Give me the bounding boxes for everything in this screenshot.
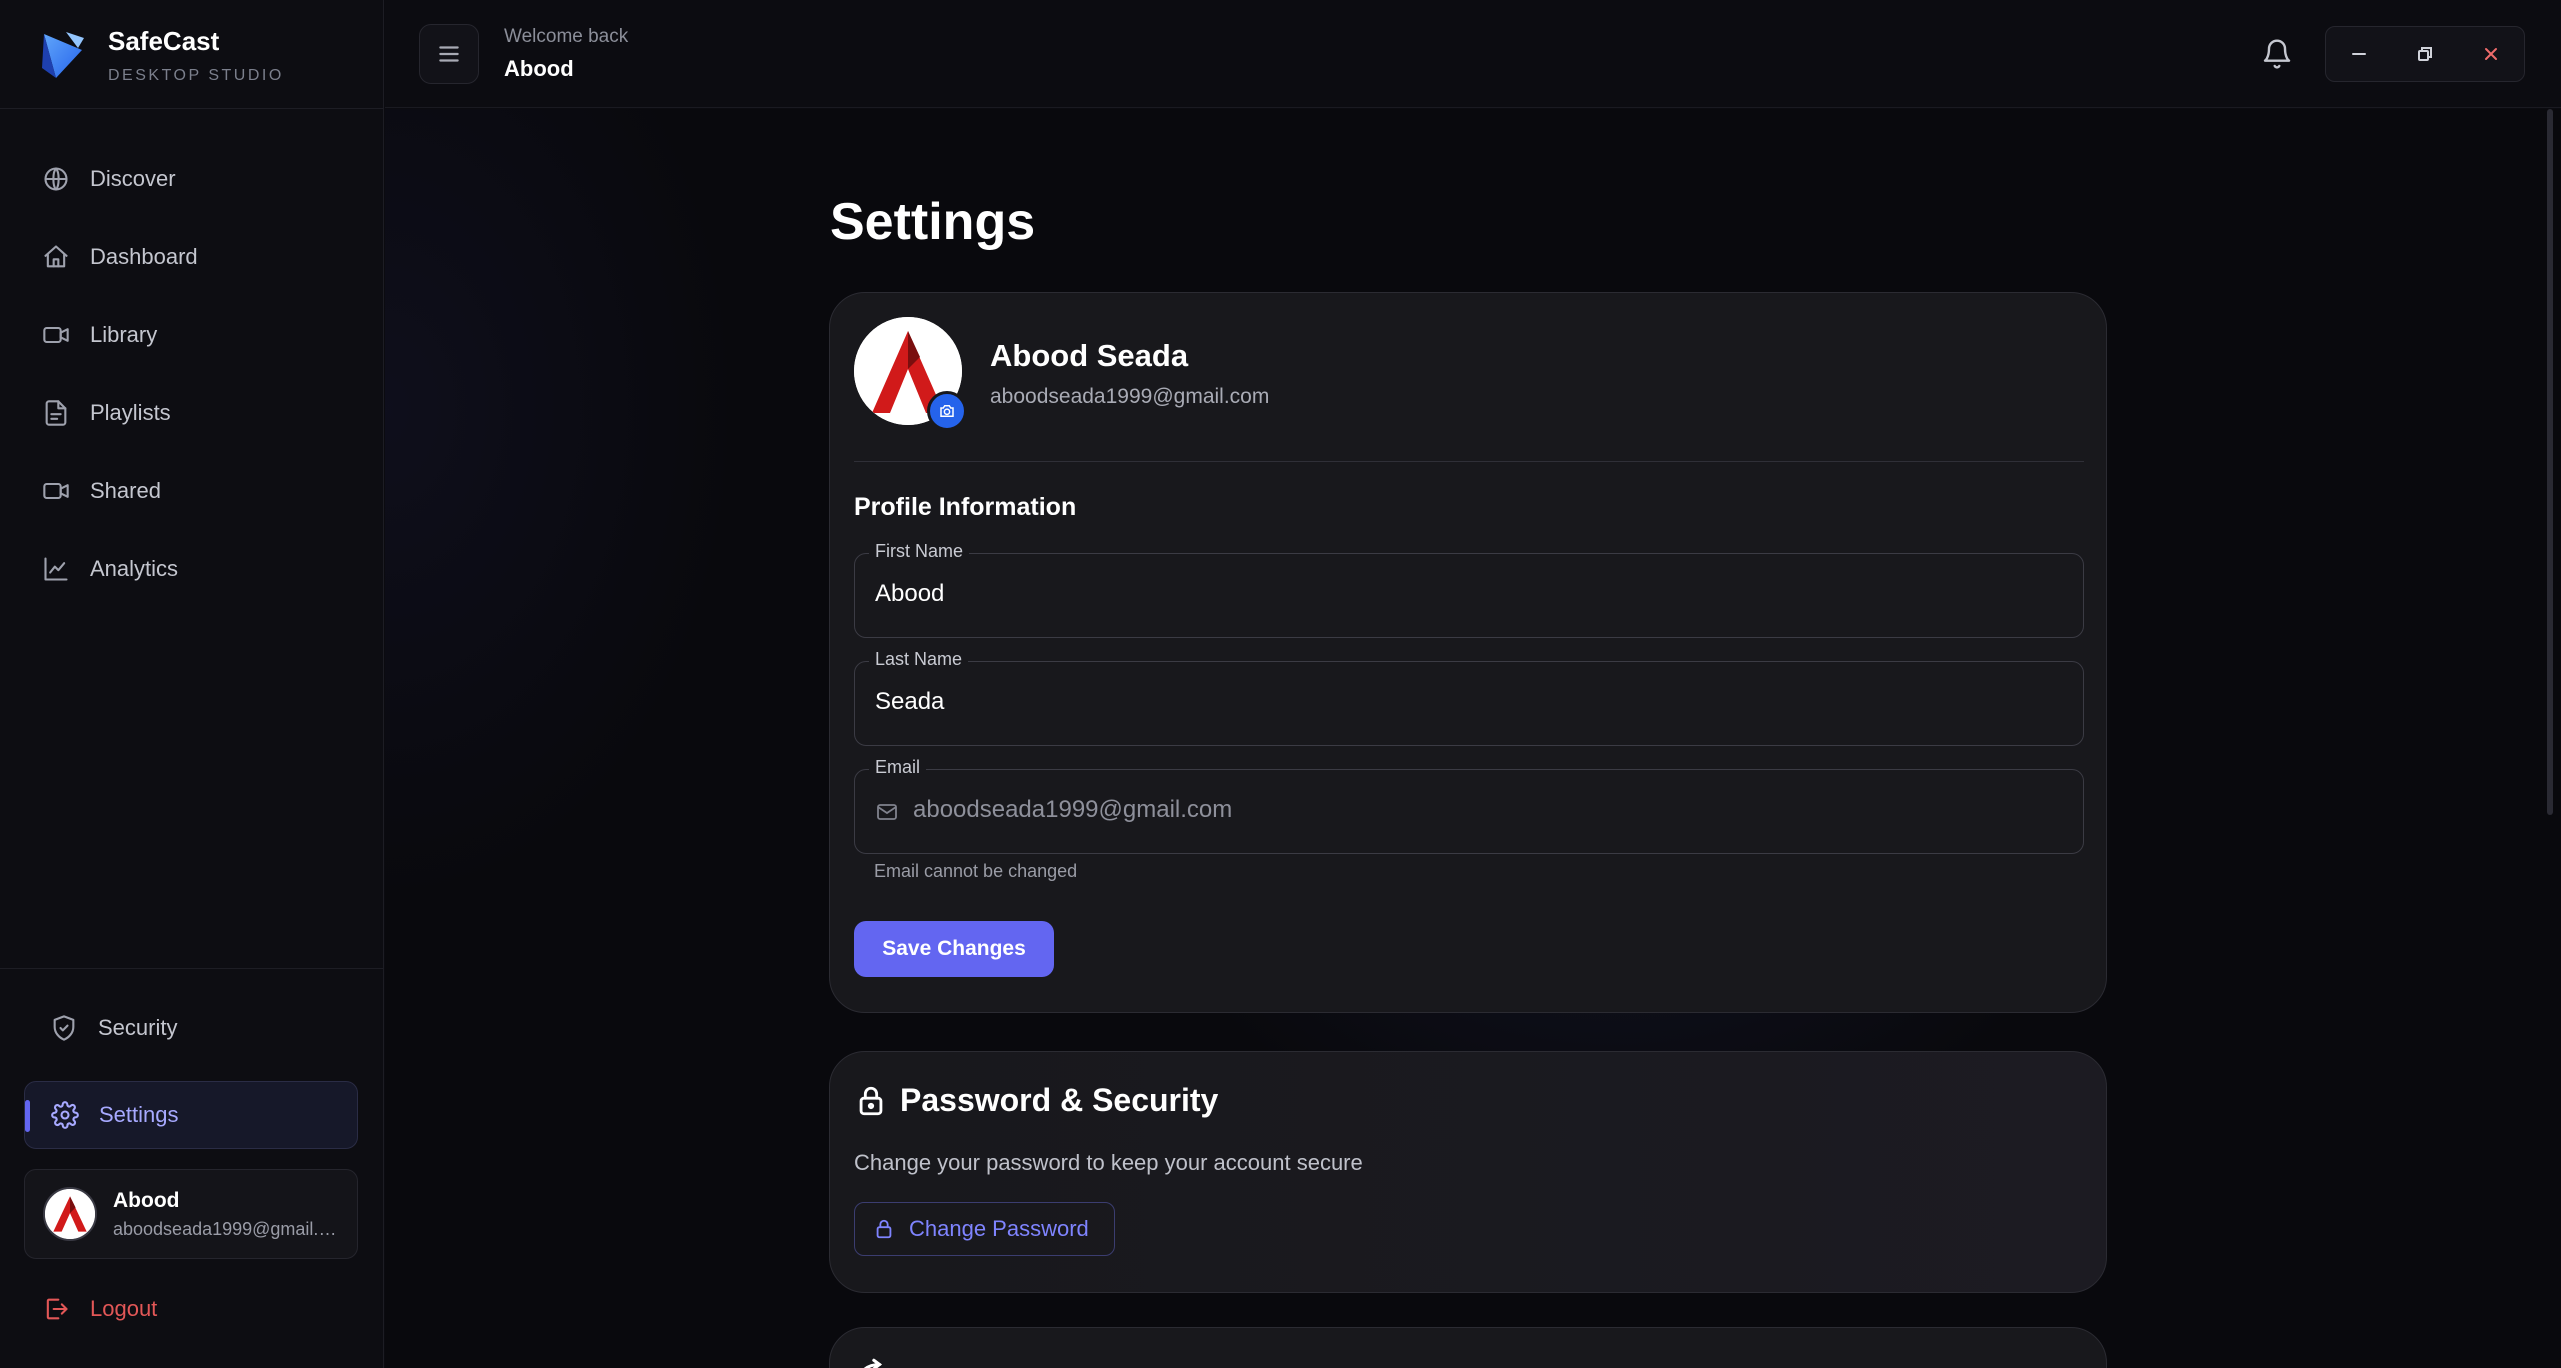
sidebar-item-label: Settings — [99, 1102, 179, 1127]
minimize-icon — [2352, 53, 2366, 55]
logout-button[interactable]: Logout — [24, 1285, 358, 1333]
first-name-field[interactable]: First Name — [854, 541, 2084, 638]
camera-icon — [940, 405, 954, 417]
field-label: First Name — [869, 541, 970, 562]
home-icon — [42, 243, 70, 271]
file-icon — [42, 399, 70, 427]
sidebar-item-discover[interactable]: Discover — [24, 140, 360, 218]
lock-icon — [876, 1219, 892, 1239]
last-name-field[interactable]: Last Name — [854, 649, 2084, 746]
divider — [0, 108, 384, 109]
sidebar-item-library[interactable]: Library — [24, 296, 360, 374]
mail-icon — [875, 800, 899, 824]
sidebar-item-playlists[interactable]: Playlists — [24, 374, 360, 452]
menu-toggle-button[interactable] — [419, 24, 479, 84]
divider — [854, 461, 2084, 462]
section-title: Password & Security — [900, 1082, 1219, 1118]
close-icon — [2485, 48, 2497, 60]
video-icon — [42, 477, 70, 505]
divider — [0, 968, 384, 969]
welcome-block: Welcome back Abood — [504, 26, 628, 82]
sidebar-item-label: Dashboard — [90, 244, 198, 269]
hamburger-icon — [439, 46, 459, 62]
restore-icon — [2418, 47, 2432, 61]
close-button[interactable] — [2469, 32, 2513, 76]
window-controls — [2325, 26, 2525, 82]
top-bar: Welcome back Abood — [385, 0, 2561, 108]
safecast-logo-icon — [42, 32, 84, 78]
brand[interactable]: SafeCast DESKTOP STUDIO — [36, 20, 284, 90]
chart-line-icon — [42, 555, 70, 583]
profile-card: Abood Seada aboodseada1999@gmail.com Pro… — [829, 292, 2107, 1013]
sidebar-item-label: Library — [90, 322, 158, 347]
video-icon — [42, 321, 70, 349]
bell-icon — [2263, 39, 2291, 69]
sidebar-item-label: Security — [98, 1015, 178, 1040]
field-label: Email — [869, 757, 927, 778]
lock-icon — [854, 1084, 888, 1118]
next-settings-card — [829, 1327, 2107, 1368]
save-changes-button[interactable]: Save Changes — [854, 921, 1054, 977]
email-value: aboodseada1999@gmail.com — [913, 796, 1233, 823]
main-content: Settings Abood Seada aboodseada1999@gmai… — [385, 109, 2561, 1368]
globe-icon — [42, 165, 70, 193]
sidebar-item-security[interactable]: Security — [24, 1000, 358, 1056]
sidebar-item-analytics[interactable]: Analytics — [24, 530, 360, 608]
sidebar: SafeCast DESKTOP STUDIO Discover Dashboa… — [0, 0, 384, 1368]
scrollbar[interactable] — [2547, 109, 2553, 815]
button-label: Change Password — [909, 1216, 1089, 1241]
sidebar-nav: Discover Dashboard Library Playlists Sha… — [24, 140, 360, 608]
partial-icon — [854, 1356, 888, 1368]
first-name-input[interactable] — [875, 580, 2055, 608]
email-helper-text: Email cannot be changed — [874, 861, 1078, 881]
change-password-button[interactable]: Change Password — [854, 1202, 1115, 1256]
shield-check-icon — [50, 1014, 78, 1042]
welcome-label: Welcome back — [504, 26, 629, 47]
sidebar-item-label: Shared — [90, 478, 161, 503]
gear-icon — [51, 1101, 79, 1129]
sidebar-item-label: Discover — [90, 166, 176, 191]
user-name: Abood — [113, 1188, 180, 1212]
last-name-input[interactable] — [875, 688, 2055, 716]
page-title: Settings — [830, 193, 1036, 251]
logout-label: Logout — [90, 1296, 158, 1321]
avatar — [43, 1187, 97, 1241]
sidebar-item-dashboard[interactable]: Dashboard — [24, 218, 360, 296]
notifications-button[interactable] — [2261, 38, 2293, 70]
change-avatar-button[interactable] — [927, 391, 967, 431]
section-description: Change your password to keep your accoun… — [854, 1150, 1363, 1175]
user-card[interactable]: Abood aboodseada1999@gmail.com — [24, 1169, 358, 1259]
logout-icon — [42, 1295, 70, 1323]
brand-name: SafeCast — [108, 25, 220, 56]
profile-email: aboodseada1999@gmail.com — [990, 385, 1270, 408]
sidebar-item-shared[interactable]: Shared — [24, 452, 360, 530]
minimize-button[interactable] — [2337, 32, 2381, 76]
sidebar-item-label: Analytics — [90, 556, 179, 581]
welcome-name: Abood — [504, 56, 574, 81]
user-email: aboodseada1999@gmail.com — [113, 1218, 343, 1239]
email-field: Email aboodseada1999@gmail.com — [854, 757, 2084, 854]
restore-button[interactable] — [2403, 32, 2447, 76]
password-security-card: Password & Security Change your password… — [829, 1051, 2107, 1293]
sidebar-item-settings[interactable]: Settings — [24, 1081, 358, 1149]
sidebar-item-label: Playlists — [90, 400, 171, 425]
field-label: Last Name — [869, 649, 969, 670]
brand-subtitle: DESKTOP STUDIO — [108, 66, 284, 84]
profile-name: Abood Seada — [990, 338, 1189, 373]
section-title: Profile Information — [854, 493, 1077, 521]
